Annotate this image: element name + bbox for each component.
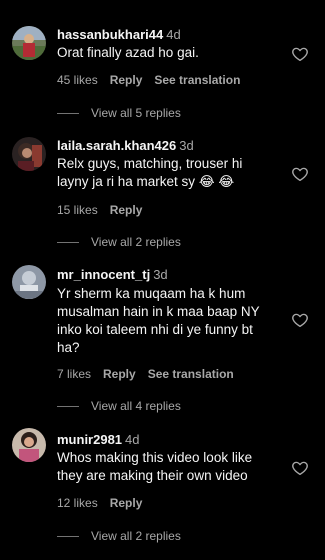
reply-button[interactable]: Reply (110, 496, 143, 510)
avatar[interactable] (12, 137, 46, 171)
comment-header: mr_innocent_tj 3d (57, 267, 168, 283)
comment-time: 4d (166, 27, 181, 42)
comment-text: Orat finally azad ho gai. (57, 45, 199, 60)
comment-time: 3d (153, 267, 168, 282)
view-replies-button[interactable]: View all 5 replies (57, 105, 181, 121)
comment-text: Relx guys, matching, trouser hi layny ja… (57, 155, 277, 191)
comment-actions: 7 likes Reply See translation (57, 367, 246, 381)
divider-line (57, 406, 79, 408)
comment-header: laila.sarah.khan426 3d (57, 138, 194, 154)
view-replies-label: View all 2 replies (91, 529, 181, 543)
see-translation-button[interactable]: See translation (154, 73, 240, 87)
avatar[interactable] (12, 265, 46, 299)
heart-outline-icon[interactable] (291, 45, 309, 63)
divider-line (57, 113, 79, 115)
view-replies-button[interactable]: View all 2 replies (57, 528, 181, 544)
like-count[interactable]: 45 likes (57, 73, 98, 87)
like-count[interactable]: 7 likes (57, 367, 91, 381)
username-link[interactable]: munir2981 (57, 432, 122, 447)
comment-text: Whos making this video look like they ar… (57, 450, 253, 483)
view-replies-label: View all 5 replies (91, 106, 181, 120)
view-replies-label: View all 2 replies (91, 235, 181, 249)
view-replies-button[interactable]: View all 4 replies (57, 398, 181, 414)
comment-header: hassanbukhari44 4d (57, 27, 181, 43)
divider-line (57, 242, 79, 244)
reply-button[interactable]: Reply (110, 203, 143, 217)
comment-actions: 45 likes Reply See translation (57, 73, 252, 87)
comment-header: munir2981 4d (57, 432, 140, 448)
view-replies-button[interactable]: View all 2 replies (57, 234, 181, 250)
username-link[interactable]: hassanbukhari44 (57, 27, 163, 42)
comment-actions: 12 likes Reply (57, 496, 154, 510)
username-link[interactable]: laila.sarah.khan426 (57, 138, 176, 153)
heart-outline-icon[interactable] (291, 459, 309, 477)
comment-actions: 15 likes Reply (57, 203, 154, 217)
avatar[interactable] (12, 26, 46, 60)
comment-time: 3d (179, 138, 194, 153)
comment-text: Yr sherm ka muqaam ha k hum musalman hai… (57, 286, 260, 355)
view-replies-label: View all 4 replies (91, 399, 181, 413)
heart-outline-icon[interactable] (291, 165, 309, 183)
username-link[interactable]: mr_innocent_tj (57, 267, 150, 282)
like-count[interactable]: 12 likes (57, 496, 98, 510)
emoji: 😂 😂 (198, 174, 235, 189)
comment-time: 4d (125, 432, 140, 447)
reply-button[interactable]: Reply (110, 73, 143, 87)
reply-button[interactable]: Reply (103, 367, 136, 381)
like-count[interactable]: 15 likes (57, 203, 98, 217)
heart-outline-icon[interactable] (291, 311, 309, 329)
divider-line (57, 536, 79, 538)
see-translation-button[interactable]: See translation (148, 367, 234, 381)
avatar[interactable] (12, 428, 46, 462)
